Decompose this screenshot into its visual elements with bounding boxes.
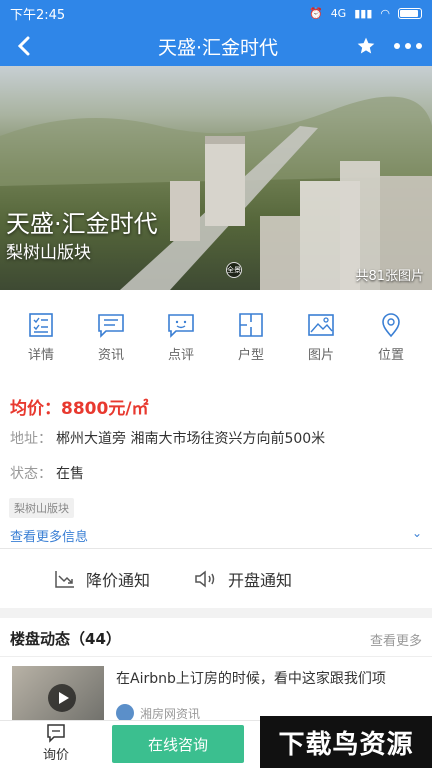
address-label: 地址： <box>10 431 52 447</box>
average-price: 均价：8800元/㎡ <box>10 399 149 419</box>
address-row: 地址： 郴州大道旁 湘南大市场往资兴方向前500米 <box>10 428 325 448</box>
details-icon <box>29 313 53 337</box>
ask-price-label: 询价 <box>42 748 69 763</box>
play-icon[interactable] <box>48 684 76 712</box>
feature-tabs: 详情 资讯 点评 户型 图片 位置 <box>0 290 432 372</box>
nav-bar: 天盛·汇金时代 <box>0 26 432 66</box>
tab-images[interactable]: 图片 <box>291 312 351 363</box>
price-drop-notify-button[interactable]: 降价通知 <box>54 567 150 591</box>
news-icon <box>98 314 124 338</box>
wifi-icon: ◠ <box>380 6 390 20</box>
more-info-link[interactable]: 查看更多信息 <box>10 526 88 545</box>
news-thumbnail[interactable] <box>12 666 104 726</box>
tab-details[interactable]: 详情 <box>11 312 71 363</box>
tab-news-label: 资讯 <box>97 348 124 363</box>
news-item-title[interactable]: 在Airbnb上订房的时候，看中这家跟我们项 <box>116 668 426 688</box>
more-button[interactable] <box>384 26 432 66</box>
opening-label: 开盘通知 <box>228 570 293 590</box>
signal-icon: ▮▮▮ <box>354 6 373 20</box>
image-icon <box>308 314 334 336</box>
location-icon <box>382 313 400 338</box>
status-icons: ⏰ 4G ▮▮▮ ◠ <box>309 7 422 20</box>
tab-floorplan-label: 户型 <box>237 348 264 363</box>
status-bar: 下午2:45 ⏰ 4G ▮▮▮ ◠ <box>0 0 432 26</box>
floorplan-icon <box>239 313 263 337</box>
battery-icon <box>398 7 422 19</box>
photo-count: 共81张图片 <box>355 269 424 284</box>
alarm-icon: ⏰ <box>308 6 323 20</box>
price-drop-label: 降价通知 <box>86 570 151 590</box>
tab-reviews[interactable]: 点评 <box>151 312 211 363</box>
property-info-card: 详情 资讯 点评 户型 图片 位置 均价：8800元/㎡ 地址： 郴州大道旁 湘南… <box>0 290 432 608</box>
hero-subtitle: 梨树山版块 <box>6 243 91 263</box>
tab-details-label: 详情 <box>27 348 54 363</box>
opening-notify-button[interactable]: 开盘通知 <box>194 567 292 591</box>
trend-down-icon <box>55 570 74 588</box>
chevron-down-icon[interactable]: ⌄ <box>412 526 422 540</box>
news-author-name: 湘房网资讯 <box>140 706 201 721</box>
ask-price-button[interactable]: 询价 <box>28 723 84 763</box>
speaker-icon <box>195 569 215 588</box>
review-icon <box>168 314 194 338</box>
more-dots-icon <box>394 43 422 49</box>
page-title: 天盛·汇金时代 <box>157 36 279 59</box>
tab-news[interactable]: 资讯 <box>81 312 141 363</box>
news-more-link[interactable]: 查看更多 <box>370 630 422 649</box>
network-label: 4G <box>330 6 347 20</box>
divider <box>0 656 432 657</box>
tab-floorplan[interactable]: 户型 <box>221 312 281 363</box>
watermark-logo: 下载鸟资源 <box>260 716 432 768</box>
hero-banner[interactable]: 天盛·汇金时代 梨树山版块 全景 共81张图片 <box>0 66 432 290</box>
address-value: 郴州大道旁 湘南大市场往资兴方向前500米 <box>56 431 326 447</box>
tab-images-label: 图片 <box>307 348 334 363</box>
tab-location-label: 位置 <box>377 348 404 363</box>
status-value: 在售 <box>56 466 84 482</box>
status-time: 下午2:45 <box>10 7 66 23</box>
hero-title: 天盛·汇金时代 <box>6 210 158 238</box>
chat-icon <box>47 724 65 743</box>
tab-location[interactable]: 位置 <box>361 312 421 363</box>
online-consult-button[interactable]: 在线咨询 <box>112 725 244 763</box>
panorama-icon[interactable]: 全景 <box>226 262 242 278</box>
back-arrow-icon <box>17 36 30 56</box>
area-tag: 梨树山版块 <box>9 498 74 518</box>
favorite-button[interactable] <box>348 26 384 66</box>
status-label: 状态： <box>10 466 52 482</box>
news-header: 楼盘动态（44） <box>10 630 121 648</box>
tab-reviews-label: 点评 <box>167 348 194 363</box>
status-row: 状态： 在售 <box>10 463 84 483</box>
back-button[interactable] <box>0 26 48 66</box>
star-icon <box>357 37 375 54</box>
notify-row: 降价通知 开盘通知 <box>0 549 432 608</box>
